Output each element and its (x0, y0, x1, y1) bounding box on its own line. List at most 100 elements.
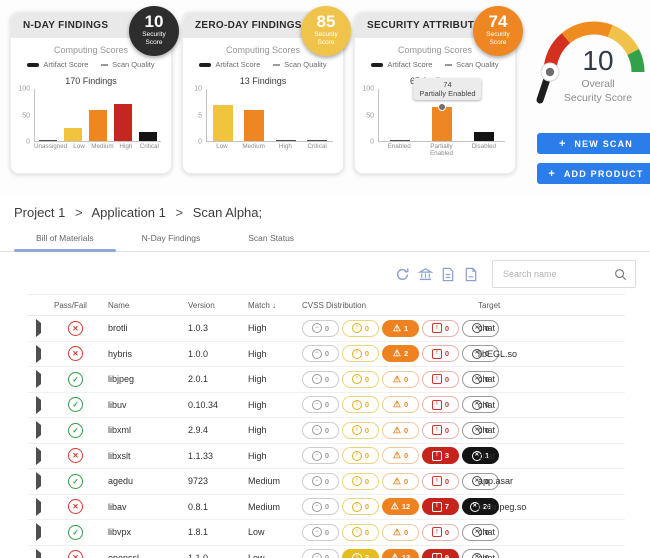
bar-enabled[interactable] (390, 140, 410, 141)
cvss-badge-medium: ⚠0 (382, 371, 419, 388)
cvss-badge-low: !0 (342, 371, 379, 388)
x-tick-label: Critical (138, 144, 161, 151)
table-row[interactable]: ✕ openssl 1.1.0 Low −0!2⚠13!9✕0 chat (28, 546, 625, 558)
name-cell: libjpeg (108, 374, 188, 384)
search-icon[interactable] (614, 268, 627, 281)
cvss-badge-medium: ⚠0 (382, 473, 419, 490)
table-row[interactable]: ✕ libav 0.8.1 Medium −0!0⚠12!7✕26 libffm… (28, 495, 625, 521)
expand-arrow-icon[interactable] (36, 345, 41, 363)
col-version[interactable]: Version (188, 301, 248, 310)
col-pass-fail[interactable]: Pass/Fail (54, 301, 108, 310)
col-match[interactable]: Match ↓ (248, 301, 302, 310)
table-row[interactable]: ✓ libjpeg 2.0.1 High −0!0⚠0!0✕0 chat (28, 367, 625, 393)
bar-critical[interactable] (307, 140, 327, 141)
expand-arrow-icon[interactable] (36, 472, 41, 490)
table-row[interactable]: ✓ libvpx 1.8.1 Low −0!0⚠0!0✕0 chat (28, 520, 625, 546)
bar-low[interactable] (213, 105, 233, 141)
export-csv-icon[interactable] (440, 266, 456, 282)
x-tick-label: Unassigned (34, 144, 67, 151)
tab-scan-status[interactable]: Scan Status (224, 227, 318, 251)
bar-high[interactable] (276, 140, 296, 141)
pass-fail-icon: ✓ (68, 423, 83, 438)
new-scan-button[interactable]: + NEW SCAN (537, 133, 650, 154)
sync-icon[interactable] (394, 266, 410, 282)
breadcrumb-application[interactable]: Application 1 (91, 205, 165, 220)
bar-high[interactable] (114, 104, 132, 141)
breadcrumb-separator: > (75, 205, 83, 220)
version-cell: 2.9.4 (188, 425, 248, 435)
bar-medium[interactable] (244, 110, 264, 141)
cvss-badge-high: !9 (422, 549, 459, 558)
cvss-badge-none: −0 (302, 320, 339, 337)
legend-label: Scan Quality (456, 60, 499, 69)
bar-medium[interactable] (89, 110, 107, 141)
breadcrumb-scan[interactable]: Scan Alpha; (193, 205, 262, 220)
exclamation-square-icon: ! (432, 323, 442, 333)
tab-bill-of-materials[interactable]: Bill of Materials (12, 227, 118, 251)
cvss-distribution: −0!0⚠0!0✕0 (302, 371, 478, 388)
cvss-count: 0 (365, 477, 369, 486)
table-row[interactable]: ✓ libxml 2.9.4 High −0!0⚠0!0✕0 chat (28, 418, 625, 444)
table-row[interactable]: ✕ libxslt 1.1.33 High −0!0⚠0!3✕1 chat (28, 444, 625, 470)
bar-low[interactable] (64, 128, 82, 141)
exclamation-square-icon: ! (432, 476, 442, 486)
breadcrumb-project[interactable]: Project 1 (14, 205, 65, 220)
tab-bar: Bill of Materials N-Day Findings Scan St… (0, 227, 650, 252)
expand-arrow-icon[interactable] (36, 498, 41, 516)
table-row[interactable]: ✕ hybris 1.0.0 High −0!0⚠2!0✕0 libEGL.so (28, 342, 625, 368)
col-name[interactable]: Name (108, 301, 188, 310)
expand-arrow-icon[interactable] (36, 396, 41, 414)
version-cell: 1.0.0 (188, 349, 248, 359)
expand-cell (28, 527, 54, 537)
bar-critical[interactable] (139, 132, 157, 141)
cvss-count: 0 (365, 324, 369, 333)
table-row[interactable]: ✓ agedu 9723 Medium −0!0⚠0!0✕0 app.asar (28, 469, 625, 495)
warning-triangle-icon: ⚠ (393, 400, 401, 409)
minus-circle-icon: − (312, 527, 322, 537)
name-cell: brotli (108, 323, 188, 333)
add-product-button[interactable]: + ADD PRODUCT (537, 163, 650, 184)
search-input[interactable] (501, 268, 614, 280)
expand-arrow-icon[interactable] (36, 447, 41, 465)
table-row[interactable]: ✓ libuv 0.10.34 High −0!0⚠0!0✕0 chat (28, 393, 625, 419)
bar-slot (239, 89, 271, 141)
minus-circle-icon: − (312, 400, 322, 410)
exclamation-square-icon: ! (432, 553, 442, 558)
expand-arrow-icon[interactable] (36, 421, 41, 439)
bar-unassigned[interactable] (39, 140, 57, 141)
cvss-badge-high: !0 (422, 371, 459, 388)
tab-nday-findings[interactable]: N-Day Findings (118, 227, 225, 251)
cvss-badge-medium: ⚠0 (382, 524, 419, 541)
exclamation-circle-icon: ! (352, 349, 362, 359)
expand-arrow-icon[interactable] (36, 319, 41, 337)
nday-score-badge: 10 Security Score (129, 6, 179, 56)
export-pdf-icon[interactable] (463, 266, 479, 282)
expand-arrow-icon[interactable] (36, 370, 41, 388)
exclamation-circle-icon: ! (352, 476, 362, 486)
bank-icon[interactable] (417, 266, 433, 282)
y-tick-label: 0 (370, 139, 374, 146)
cvss-badge-medium: ⚠2 (382, 345, 419, 362)
bar-partially-enabled[interactable] (432, 107, 452, 141)
name-cell: openssl (108, 553, 188, 558)
match-cell: High (248, 400, 302, 410)
col-target[interactable]: Target (478, 301, 625, 310)
bar-disabled[interactable] (474, 132, 494, 141)
nday-bar-chart: 050100UnassignedLowMediumHighCritical (15, 89, 161, 151)
artifact-score-swatch-icon (27, 63, 39, 67)
y-tick-label: 10 (194, 86, 202, 93)
cvss-count: 2 (404, 349, 408, 358)
exclamation-circle-icon: ! (352, 400, 362, 410)
cvss-badge-none: −0 (302, 371, 339, 388)
expand-arrow-icon[interactable] (36, 549, 41, 558)
expand-arrow-icon[interactable] (36, 523, 41, 541)
col-cvss-distribution[interactable]: CVSS Distribution (302, 301, 478, 310)
x-axis: UnassignedLowMediumHighCritical (34, 144, 161, 151)
x-tick-label: Low (206, 144, 238, 151)
target-cell: libffmpeg.so (478, 502, 625, 512)
target-cell: chat (478, 374, 625, 384)
target-cell: libEGL.so (478, 349, 625, 359)
table-row[interactable]: ✕ brotli 1.0.3 High −0!0⚠1!0✕0 chat (28, 316, 625, 342)
cvss-badge-medium: ⚠13 (382, 549, 419, 558)
attributes-bar-chart: 05010074Partially EnabledEnabledPartiall… (359, 89, 505, 158)
